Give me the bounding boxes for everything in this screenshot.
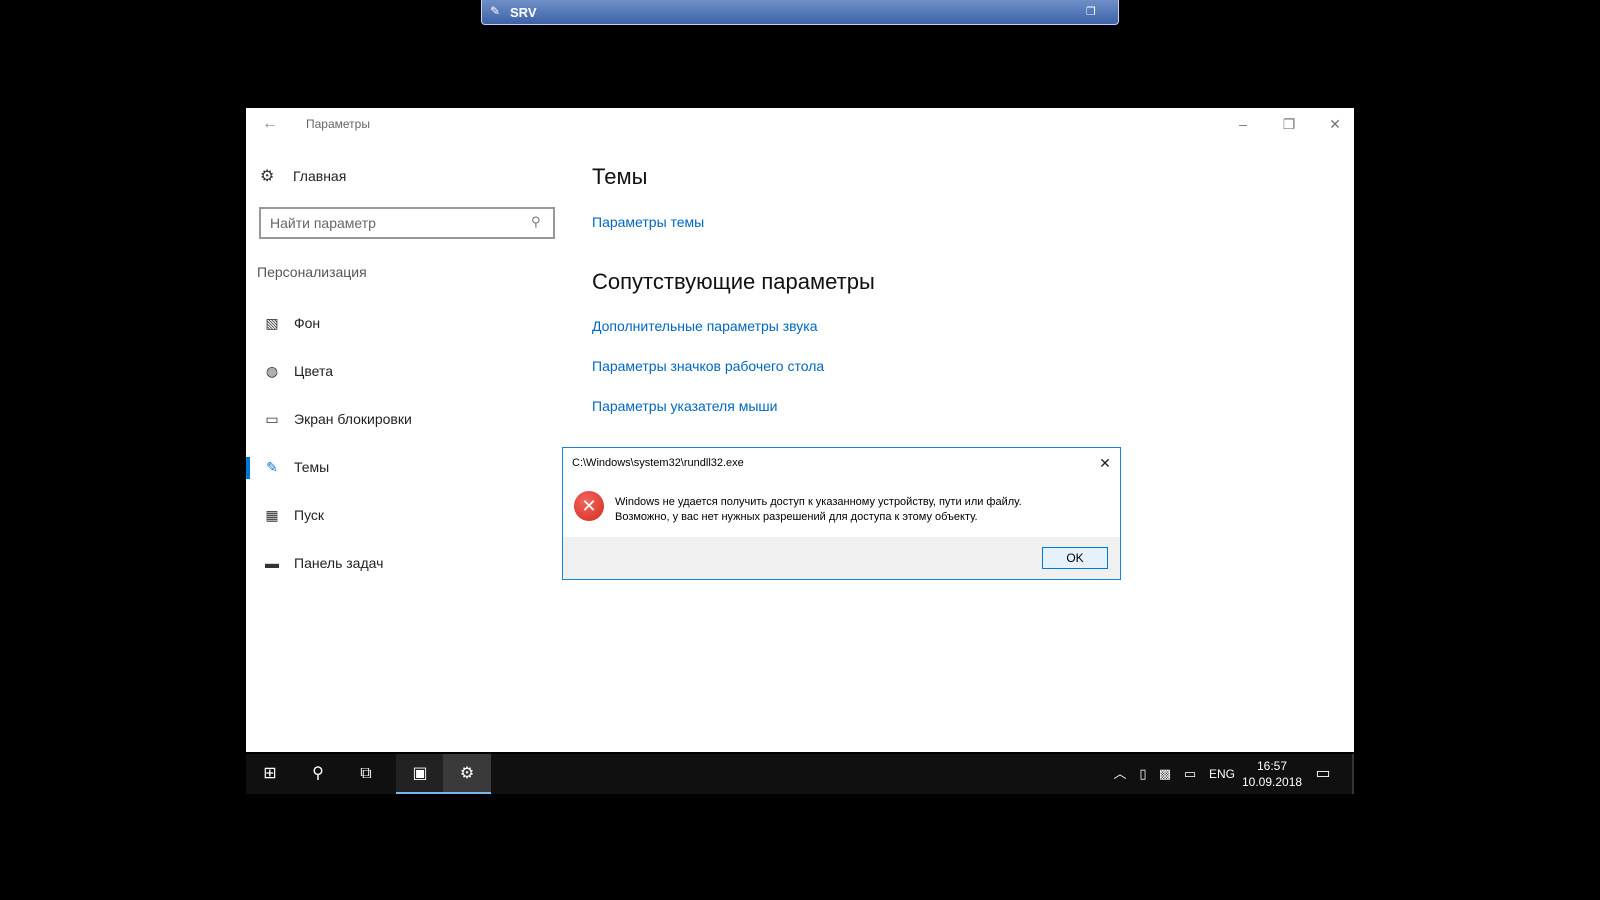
settings-window: ← Параметры – ❐ ✕ ⚙ Главная ⚲ Персонализ… (246, 108, 1354, 752)
task-view-icon[interactable]: ⧉ (342, 754, 390, 794)
nav-item-label: Панель задач (294, 555, 384, 571)
taskbar: ⊞ ⚲ ⧉ ▣ ⚙ ︿ ▯ ▩ ▭ ENG 16:57 10.09.2018 ▭ (246, 754, 1354, 794)
themes-icon: ✎ (266, 459, 278, 475)
nav-item-label: Фон (294, 315, 321, 331)
window-title: Параметры (306, 117, 370, 131)
nav-home-label: Главная (293, 168, 347, 184)
usb-icon[interactable]: ▯ (1134, 754, 1152, 794)
nav-item-lock-screen[interactable]: ▭ Экран блокировки (246, 396, 556, 444)
nav-item-start[interactable]: ▦ Пуск (246, 492, 556, 540)
clock-time: 16:57 (1256, 759, 1288, 773)
image-icon: ▧ (265, 315, 279, 331)
network-icon[interactable]: ▭ (1180, 754, 1200, 794)
taskbar-icon: ▬ (265, 555, 279, 571)
related-settings-heading: Сопутствующие параметры (592, 269, 875, 294)
dialog-footer: OK (563, 537, 1120, 579)
mouse-pointer-link[interactable]: Параметры указателя мыши (592, 398, 777, 414)
search-icon[interactable]: ⚲ (531, 214, 547, 230)
restore-window-icon[interactable]: ❐ (1279, 114, 1299, 134)
dialog-message: Windows не удается получить доступ к ука… (615, 495, 1022, 525)
windows-start-icon[interactable]: ⊞ (246, 754, 294, 794)
dialog-message-line2: Возможно, у вас нет нужных разрешений дл… (615, 511, 978, 523)
nav-item-label: Пуск (294, 507, 325, 523)
dialog-message-line1: Windows не удается получить доступ к ука… (615, 496, 1022, 508)
gear-icon: ⚙ (260, 168, 275, 185)
nav-item-label: Цвета (294, 363, 333, 379)
vmware-icon[interactable]: ▩ (1156, 754, 1174, 794)
theme-settings-link[interactable]: Параметры темы (592, 214, 704, 230)
nav-item-taskbar[interactable]: ▬ Панель задач (246, 540, 556, 588)
section-label: Персонализация (257, 264, 367, 280)
nav-item-themes[interactable]: ✎ Темы (246, 444, 556, 492)
search-box[interactable]: ⚲ (259, 207, 555, 239)
search-input[interactable] (261, 209, 521, 237)
active-indicator (246, 457, 250, 479)
search-icon[interactable]: ⚲ (294, 754, 342, 794)
rdp-host-name: SRV (510, 5, 537, 20)
pin-icon[interactable]: ✎ (490, 4, 504, 18)
notifications-icon[interactable]: ▭ (1312, 754, 1334, 794)
nav-item-background[interactable]: ▧ Фон (246, 300, 556, 348)
nav-item-label: Темы (294, 459, 330, 475)
error-icon: ✕ (574, 491, 604, 521)
chevron-up-icon[interactable]: ︿ (1110, 754, 1130, 794)
title-bar: ← Параметры – ❐ ✕ (246, 108, 1354, 140)
page-title: Темы (592, 164, 648, 189)
lock-screen-icon: ▭ (265, 411, 279, 427)
back-arrow-icon[interactable]: ← (262, 114, 282, 134)
start-icon: ▦ (265, 507, 279, 523)
restore-icon[interactable]: ❐ (1086, 5, 1100, 19)
close-window-icon[interactable]: ✕ (1325, 114, 1345, 134)
sound-settings-link[interactable]: Дополнительные параметры звука (592, 318, 818, 334)
clock[interactable]: 16:57 10.09.2018 (1242, 758, 1302, 790)
dialog-title: C:\Windows\system32\rundll32.exe (572, 457, 744, 469)
nav-item-colors[interactable]: ◍ Цвета (246, 348, 556, 396)
language-indicator[interactable]: ENG (1206, 754, 1238, 794)
close-icon[interactable]: ✕ (1096, 454, 1114, 472)
nav-item-label: Экран блокировки (294, 411, 412, 427)
desktop-icons-link[interactable]: Параметры значков рабочего стола (592, 358, 824, 374)
clock-date: 10.09.2018 (1242, 775, 1303, 789)
minimize-icon[interactable]: – (1233, 114, 1253, 134)
palette-icon: ◍ (265, 363, 279, 379)
rdp-connection-bar[interactable]: ✎ SRV ❐ (481, 0, 1119, 25)
settings-gear-icon[interactable]: ⚙ (443, 754, 491, 794)
server-manager-icon[interactable]: ▣ (396, 754, 444, 794)
nav-list: ▧ Фон ◍ Цвета ▭ Экран блокировки ✎ Темы … (246, 300, 556, 588)
error-dialog: C:\Windows\system32\rundll32.exe ✕ ✕ Win… (562, 447, 1121, 580)
rdp-edge (1352, 754, 1354, 794)
ok-button[interactable]: OK (1042, 547, 1108, 569)
